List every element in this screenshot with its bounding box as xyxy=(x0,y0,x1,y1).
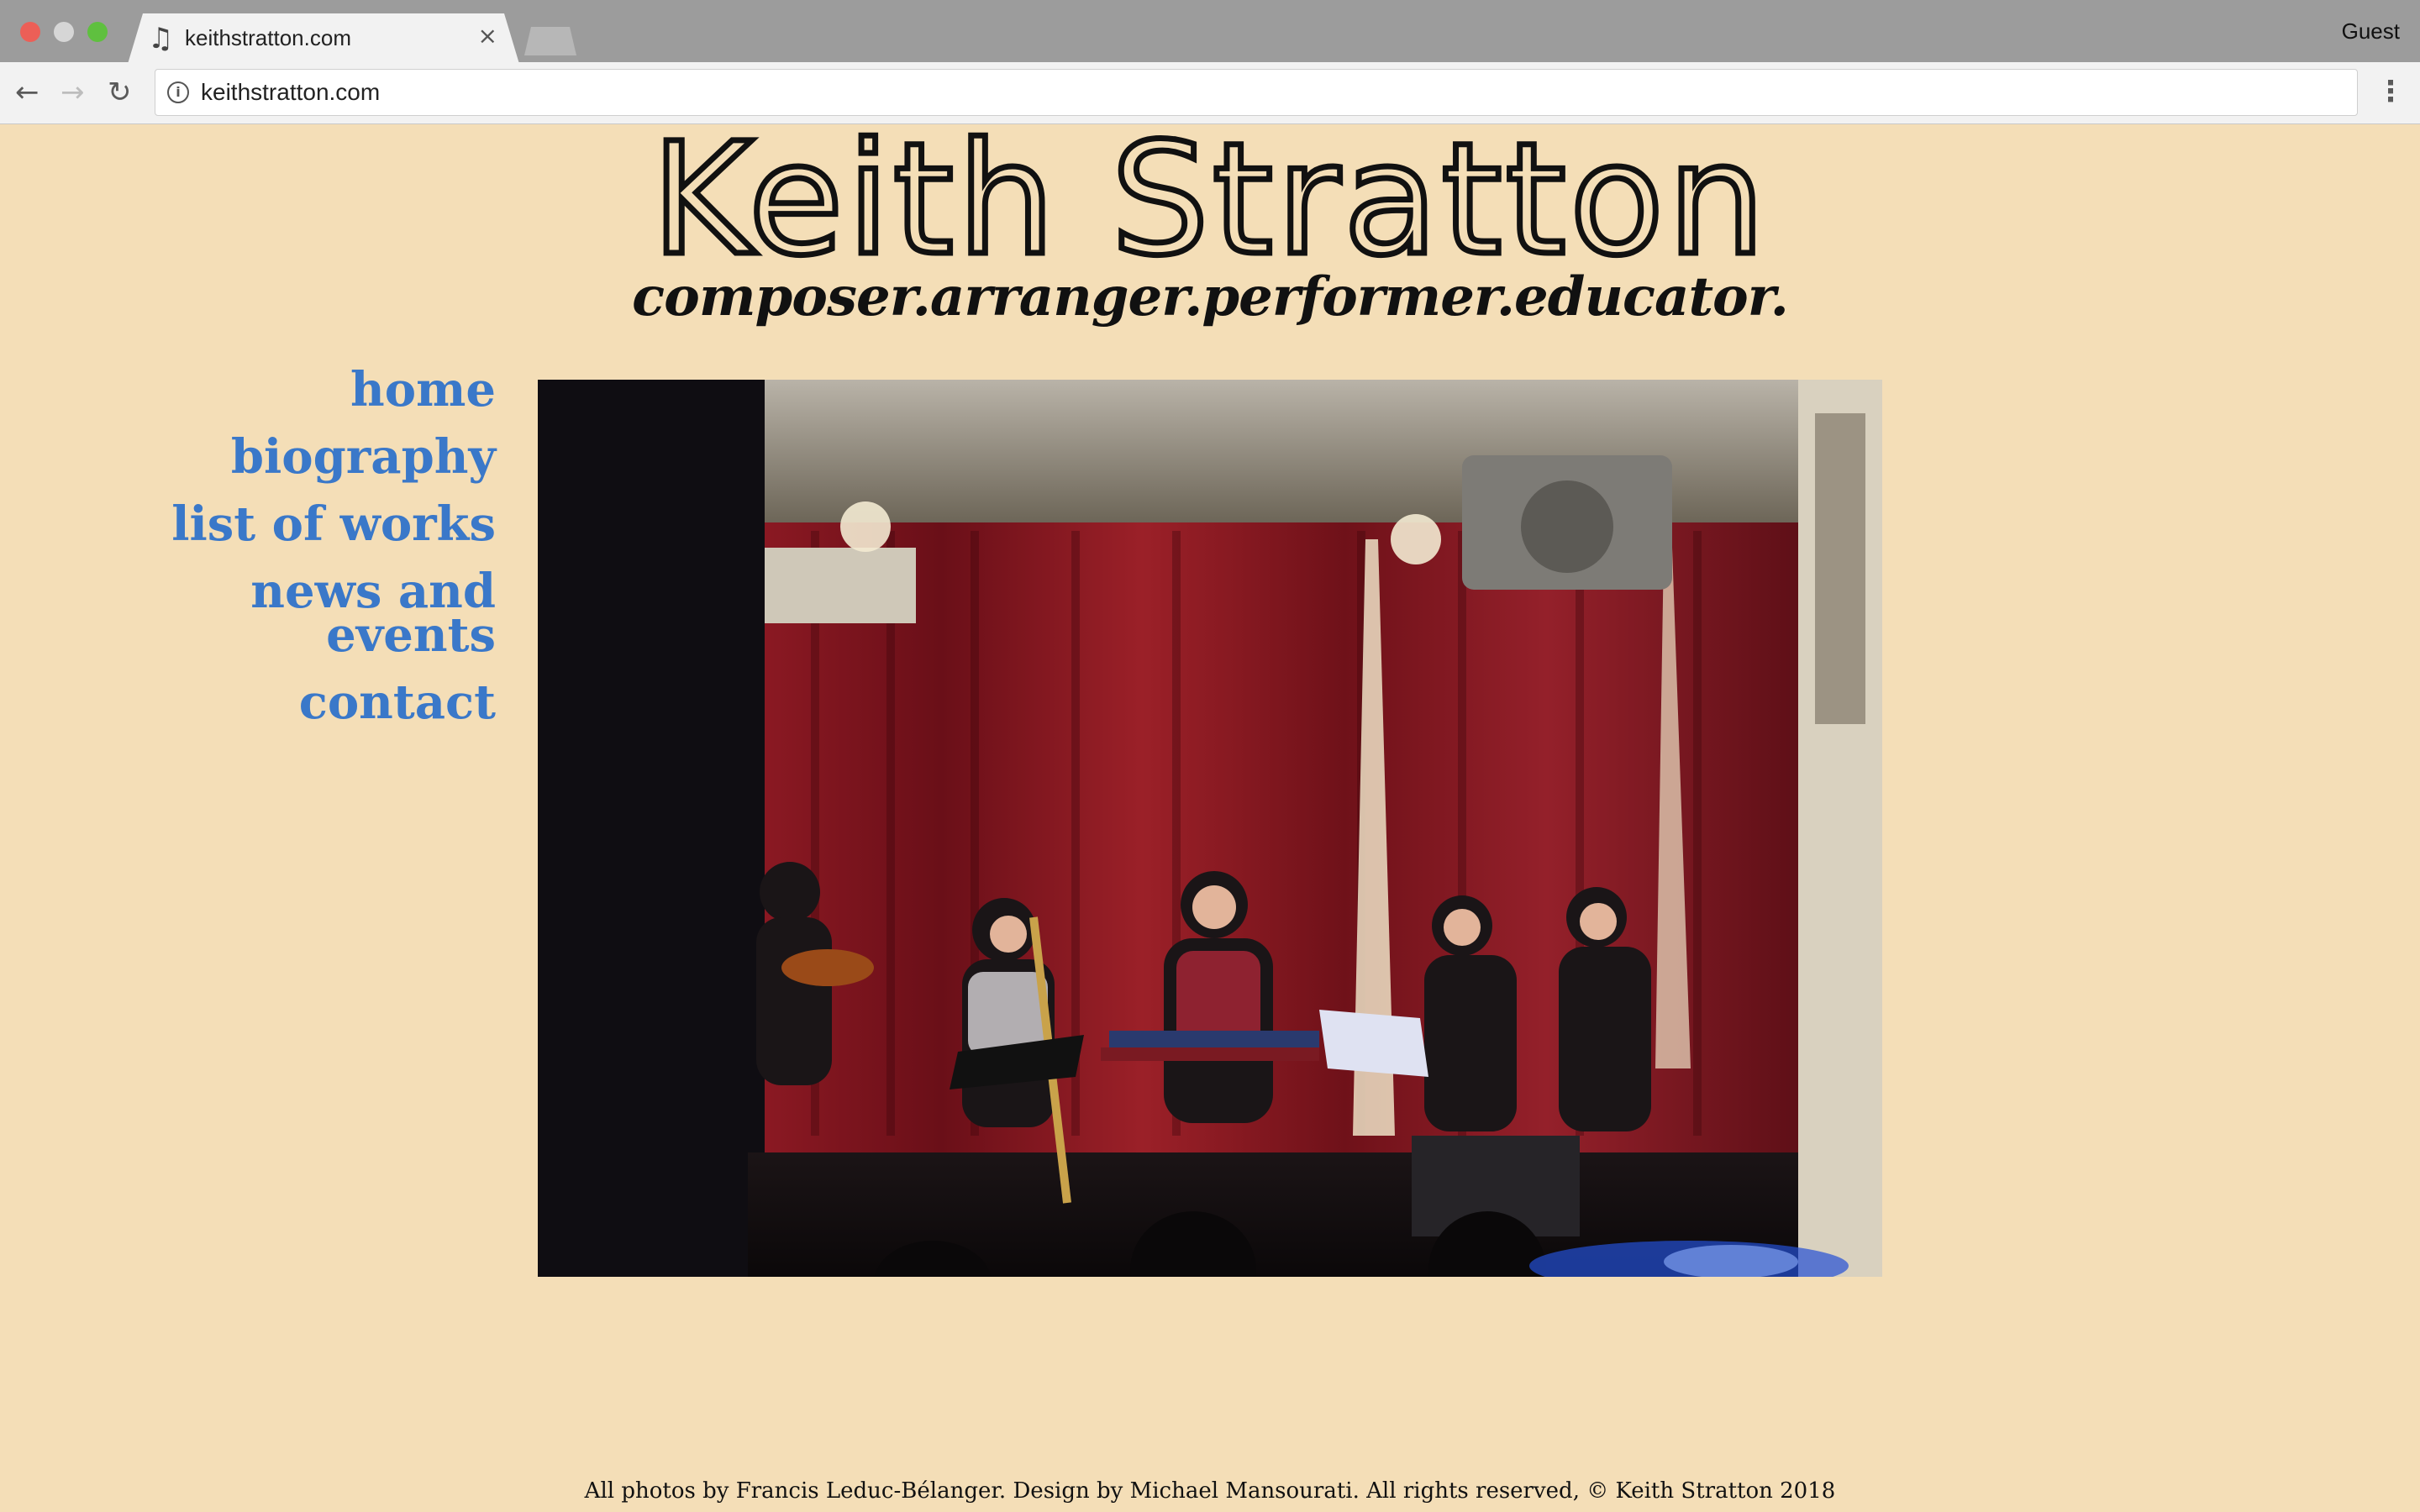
forward-icon[interactable]: → xyxy=(60,76,85,109)
browser-tab[interactable]: ♫ keithstratton.com × xyxy=(128,13,519,64)
tab-title: keithstratton.com xyxy=(185,25,351,50)
close-window-button[interactable] xyxy=(20,22,40,42)
tab-close-icon[interactable]: × xyxy=(478,22,497,50)
music-note-icon: ♫ xyxy=(148,22,174,55)
hero-photo xyxy=(538,380,1882,1277)
back-icon[interactable]: ← xyxy=(15,76,39,109)
band-photo-illustration xyxy=(538,380,1882,1277)
browser-titlebar: ♫ keithstratton.com × Guest xyxy=(0,0,2420,64)
address-bar[interactable]: i keithstratton.com xyxy=(155,69,2358,116)
maximize-window-button[interactable] xyxy=(87,22,108,42)
nav-link-home[interactable]: home xyxy=(151,366,496,413)
new-tab-button[interactable] xyxy=(524,27,576,55)
vertical-dots-icon[interactable]: ⋮ xyxy=(2376,77,2405,106)
main-nav: home biography list of works news and ev… xyxy=(151,366,496,748)
site-tagline: composer.arranger.performer.educator. xyxy=(632,265,1789,328)
url-text[interactable]: keithstratton.com xyxy=(201,79,380,106)
nav-link-biography[interactable]: biography xyxy=(151,433,496,480)
nav-link-list-of-works[interactable]: list of works xyxy=(151,501,496,548)
web-page: Keith Stratton composer.arranger.perform… xyxy=(0,110,2420,1512)
site-title: Keith Stratton xyxy=(649,110,1769,290)
reload-icon[interactable]: ↻ xyxy=(108,76,132,109)
nav-link-contact[interactable]: contact xyxy=(151,679,496,726)
minimize-window-button[interactable] xyxy=(54,22,74,42)
profile-button[interactable]: Guest xyxy=(2342,18,2400,45)
info-icon[interactable]: i xyxy=(167,81,189,103)
nav-link-news-and-events[interactable]: news and events xyxy=(151,568,496,659)
footer-credits: All photos by Francis Leduc-Bélanger. De… xyxy=(584,1478,1836,1504)
